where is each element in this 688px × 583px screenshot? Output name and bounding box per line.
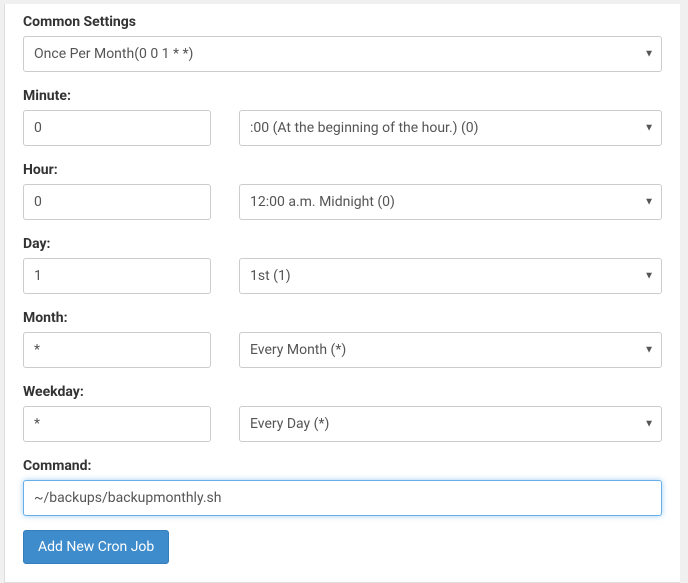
minute-input[interactable]: [23, 110, 211, 146]
common-settings-select-wrap: Once Per Month(0 0 1 * *) ▼: [23, 36, 662, 72]
day-select[interactable]: 1st (1): [239, 258, 662, 294]
weekday-label: Weekday:: [23, 384, 662, 400]
hour-label: Hour:: [23, 162, 662, 178]
weekday-input[interactable]: [23, 406, 211, 442]
command-input[interactable]: [23, 480, 662, 516]
day-label: Day:: [23, 236, 662, 252]
month-input[interactable]: [23, 332, 211, 368]
month-select[interactable]: Every Month (*): [239, 332, 662, 368]
add-cron-job-button[interactable]: Add New Cron Job: [23, 530, 169, 564]
minute-label: Minute:: [23, 88, 662, 104]
cron-form-panel: Common Settings Once Per Month(0 0 1 * *…: [4, 4, 680, 583]
month-label: Month:: [23, 310, 662, 326]
command-label: Command:: [23, 458, 662, 474]
hour-input[interactable]: [23, 184, 211, 220]
weekday-select[interactable]: Every Day (*): [239, 406, 662, 442]
hour-select[interactable]: 12:00 a.m. Midnight (0): [239, 184, 662, 220]
day-input[interactable]: [23, 258, 211, 294]
common-settings-label: Common Settings: [23, 14, 662, 30]
minute-select[interactable]: :00 (At the beginning of the hour.) (0): [239, 110, 662, 146]
common-settings-select[interactable]: Once Per Month(0 0 1 * *): [23, 36, 662, 72]
